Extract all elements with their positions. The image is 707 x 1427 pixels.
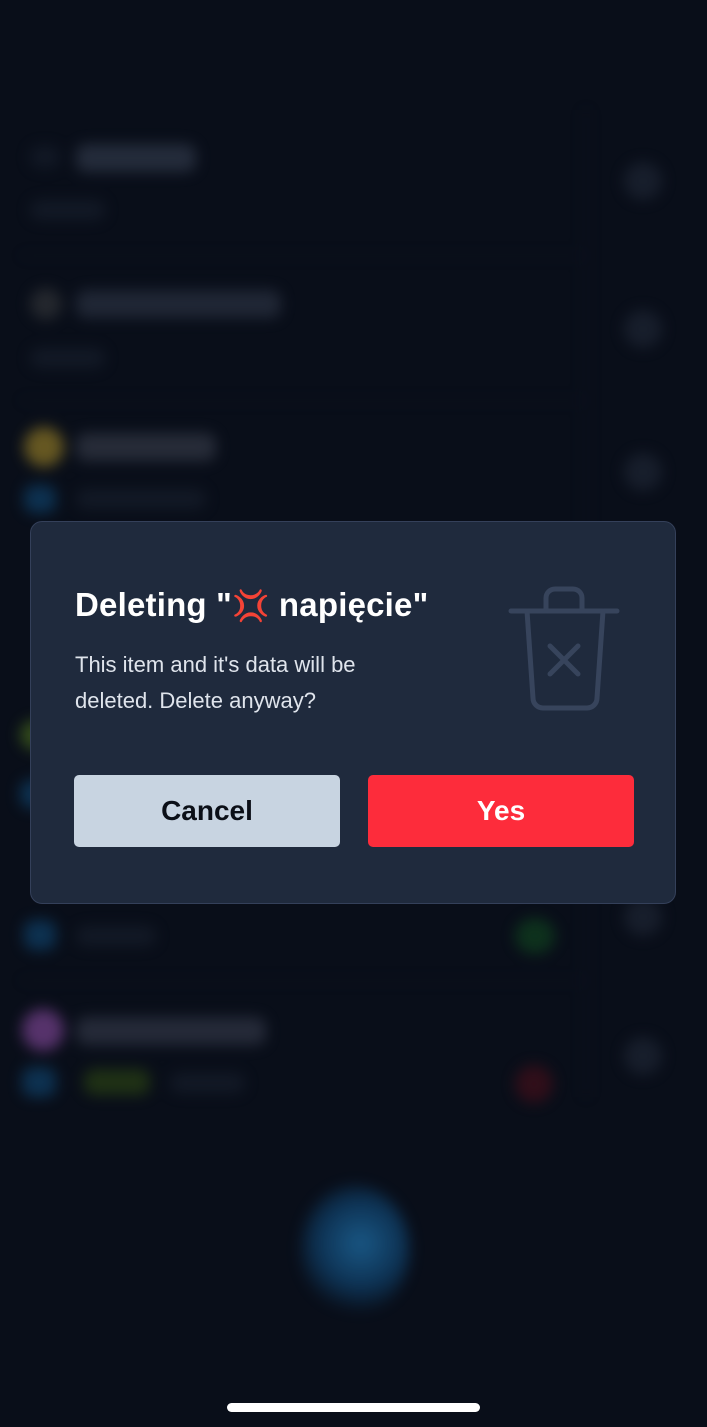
cancel-button[interactable]: Cancel xyxy=(74,775,340,847)
trash-x-icon xyxy=(508,586,620,711)
dialog-message: This item and it's data will be deleted.… xyxy=(75,652,356,713)
delete-confirmation-dialog: Deleting "💢 napięcie" This item and it's… xyxy=(30,521,676,904)
dialog-title: Deleting "💢 napięcie" xyxy=(75,586,428,624)
add-fab-blurred xyxy=(300,1185,410,1315)
anger-emoji-icon: 💢 xyxy=(232,590,270,623)
dialog-title-prefix: Deleting " xyxy=(75,586,232,623)
confirm-delete-button[interactable]: Yes xyxy=(368,775,634,847)
dialog-title-item-name: napięcie" xyxy=(269,586,429,623)
home-indicator[interactable] xyxy=(227,1403,480,1412)
